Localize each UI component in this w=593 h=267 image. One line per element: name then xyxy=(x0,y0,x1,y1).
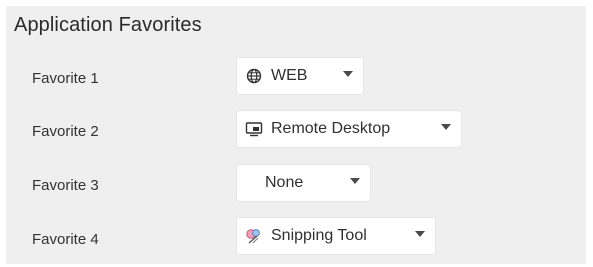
favorite-2-value: Remote Desktop xyxy=(271,120,391,137)
favorite-2-dropdown[interactable]: Remote Desktop xyxy=(237,111,461,147)
application-favorites-panel: Application Favorites Favorite 1 WEB Fav… xyxy=(6,6,586,264)
favorite-1-dropdown[interactable]: WEB xyxy=(237,58,363,94)
favorite-1-label: Favorite 1 xyxy=(32,70,99,87)
snipping-tool-icon xyxy=(245,227,263,245)
favorite-3-dropdown[interactable]: None xyxy=(237,165,370,201)
favorite-4-dropdown[interactable]: Snipping Tool xyxy=(237,218,435,254)
favorite-3-label: Favorite 3 xyxy=(32,177,99,194)
section-title: Application Favorites xyxy=(14,14,202,36)
favorite-4-value: Snipping Tool xyxy=(271,227,367,244)
favorite-4-label: Favorite 4 xyxy=(32,231,99,248)
chevron-down-icon xyxy=(441,124,451,130)
favorite-1-value: WEB xyxy=(271,67,308,84)
chevron-down-icon xyxy=(343,71,353,77)
chevron-down-icon xyxy=(350,178,360,184)
chevron-down-icon xyxy=(415,231,425,237)
favorite-2-label: Favorite 2 xyxy=(32,123,99,140)
favorite-3-value: None xyxy=(265,174,304,191)
globe-icon xyxy=(245,67,263,85)
remote-desktop-icon xyxy=(245,120,263,138)
